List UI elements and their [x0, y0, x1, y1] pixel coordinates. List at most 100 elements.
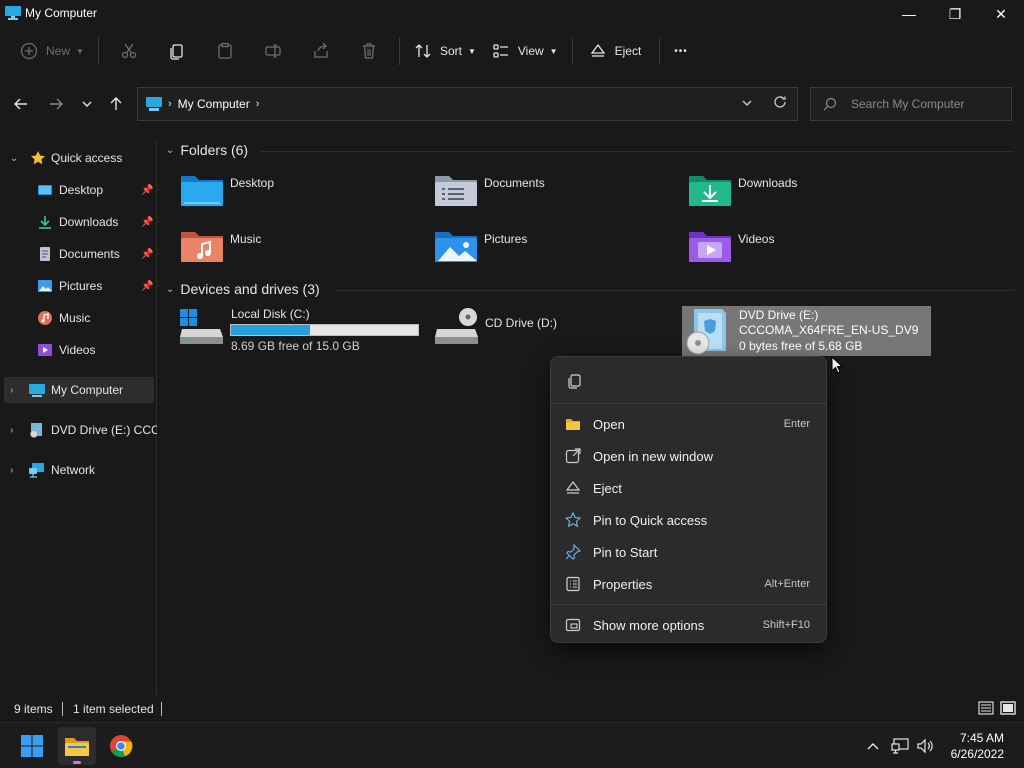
desktop-icon	[38, 185, 52, 195]
rename-button[interactable]	[249, 35, 297, 67]
chevron-right-icon[interactable]: ›	[10, 425, 13, 436]
details-view-icon[interactable]	[978, 700, 994, 716]
taskbar: 7:45 AM 6/26/2022	[0, 722, 1024, 768]
arrow-left-icon	[14, 98, 27, 110]
menu-item-shortcut: Enter	[783, 418, 810, 430]
tiles-view-icon[interactable]	[1000, 700, 1016, 716]
network-tray-button[interactable]	[891, 737, 909, 755]
speaker-icon	[917, 738, 933, 754]
taskbar-file-explorer[interactable]	[58, 727, 96, 765]
folder-documents[interactable]: Documents	[434, 170, 545, 208]
drive-cd-d[interactable]: CD Drive (D:)	[434, 305, 676, 353]
sidebar-item-pictures[interactable]: Pictures 📌	[0, 273, 157, 299]
sidebar-item-label: Downloads	[59, 215, 119, 229]
folder-label: Desktop	[230, 176, 275, 190]
minimize-button[interactable]: —	[886, 0, 932, 28]
folder-videos[interactable]: Videos	[688, 226, 774, 264]
dvd-drive-icon	[686, 309, 726, 355]
more-options-button[interactable]: •••	[666, 35, 696, 67]
sidebar-item-label: Documents	[59, 247, 120, 261]
copy-icon[interactable]	[567, 373, 583, 389]
sidebar-item-desktop[interactable]: Desktop 📌	[0, 177, 157, 203]
clipboard-icon	[218, 42, 232, 59]
search-placeholder: Search My Computer	[851, 97, 965, 111]
back-button[interactable]	[10, 94, 32, 114]
show-hidden-icons-button[interactable]	[864, 737, 882, 755]
up-button[interactable]	[105, 94, 127, 114]
sidebar-item-quick-access[interactable]: ⌄ Quick access	[0, 145, 157, 171]
menu-item-eject[interactable]: Eject	[555, 473, 822, 503]
close-button[interactable]: ✕	[978, 0, 1024, 28]
menu-item-open-new-window[interactable]: Open in new window	[555, 441, 822, 471]
drive-free-space: 0 bytes free of 5.68 GB	[739, 339, 863, 353]
refresh-button[interactable]	[773, 95, 787, 113]
chevron-down-icon: ▼	[467, 46, 476, 56]
scissors-icon	[121, 43, 137, 59]
rename-icon	[265, 44, 281, 58]
chevron-right-icon[interactable]: ›	[10, 465, 13, 476]
start-button[interactable]	[13, 727, 51, 765]
sidebar-item-network[interactable]: › Network	[0, 457, 157, 483]
menu-item-pin-quick-access[interactable]: Pin to Quick access	[555, 505, 822, 535]
download-icon	[39, 216, 51, 229]
active-indicator	[73, 761, 81, 764]
sidebar-item-music[interactable]: Music	[0, 305, 157, 331]
new-button[interactable]: New ▼	[12, 35, 92, 67]
sidebar-item-my-computer[interactable]: › My Computer	[4, 377, 154, 403]
share-button[interactable]	[297, 35, 345, 67]
pin-icon	[565, 544, 581, 560]
folder-label: Documents	[484, 176, 545, 190]
drive-dvd-e[interactable]: DVD Drive (E:) CCCOMA_X64FRE_EN-US_DV9 0…	[682, 306, 931, 356]
search-input[interactable]: Search My Computer	[810, 87, 1012, 121]
chevron-right-icon[interactable]: ›	[256, 98, 260, 110]
folder-music[interactable]: Music	[180, 226, 261, 264]
maximize-button[interactable]: ❐	[932, 0, 978, 28]
volume-tray-button[interactable]	[917, 737, 935, 755]
computer-icon	[146, 97, 162, 111]
sidebar-item-documents[interactable]: Documents 📌	[0, 241, 157, 267]
address-history-button[interactable]	[741, 97, 753, 112]
computer-icon	[5, 6, 21, 20]
drive-local-disk-c[interactable]: Local Disk (C:) 8.69 GB free of 15.0 GB	[179, 305, 421, 353]
folder-downloads[interactable]: Downloads	[688, 170, 797, 208]
selection-count: 1 item selected	[73, 702, 154, 716]
mouse-cursor-icon	[831, 356, 843, 374]
sidebar-item-downloads[interactable]: Downloads 📌	[0, 209, 157, 235]
group-divider	[336, 290, 1014, 291]
forward-button[interactable]	[45, 94, 67, 114]
sidebar-item-videos[interactable]: Videos	[0, 337, 157, 363]
eject-button[interactable]: Eject	[579, 35, 654, 67]
network-icon	[891, 738, 909, 754]
toolbar-divider	[97, 37, 99, 65]
menu-item-show-more-options[interactable]: Show more options Shift+F10	[555, 610, 822, 640]
copy-button[interactable]	[153, 35, 201, 67]
taskbar-chrome[interactable]	[102, 727, 140, 765]
menu-item-pin-start[interactable]: Pin to Start	[555, 537, 822, 567]
more-icon: •••	[674, 45, 688, 57]
menu-item-properties[interactable]: Properties Alt+Enter	[555, 569, 822, 599]
recent-locations-button[interactable]	[76, 94, 98, 114]
menu-item-shortcut: Shift+F10	[762, 619, 810, 631]
sort-button[interactable]: Sort ▼	[406, 35, 484, 67]
devices-group-header[interactable]: ⌄ Devices and drives (3)	[166, 281, 320, 297]
arrow-right-icon	[50, 98, 63, 110]
cut-button[interactable]	[105, 35, 153, 67]
clock[interactable]: 7:45 AM 6/26/2022	[951, 730, 1004, 762]
folders-group-header[interactable]: ⌄ Folders (6)	[166, 142, 248, 158]
sidebar-item-dvd-drive[interactable]: › DVD Drive (E:) CCCOMA_X64FRE_EN-US_DV9	[0, 417, 157, 443]
folder-desktop[interactable]: Desktop	[180, 170, 274, 208]
folder-pictures[interactable]: Pictures	[434, 226, 527, 264]
view-button[interactable]: View ▼	[484, 35, 566, 67]
chevron-down-icon	[82, 101, 92, 107]
paste-button[interactable]	[201, 35, 249, 67]
menu-item-open[interactable]: Open Enter	[555, 409, 822, 439]
delete-button[interactable]	[345, 35, 393, 67]
pin-icon: 📌	[141, 280, 154, 292]
chevron-right-icon[interactable]: ›	[10, 385, 13, 396]
chevron-down-icon[interactable]: ⌄	[10, 153, 18, 164]
breadcrumb-my-computer[interactable]: My Computer	[178, 97, 250, 111]
view-label: View	[517, 44, 544, 58]
address-bar[interactable]: › My Computer ›	[137, 87, 798, 121]
navigation-pane: ⌄ Quick access Desktop 📌 Downloads 📌 Doc…	[0, 140, 157, 695]
dvd-drive-icon	[30, 423, 42, 438]
